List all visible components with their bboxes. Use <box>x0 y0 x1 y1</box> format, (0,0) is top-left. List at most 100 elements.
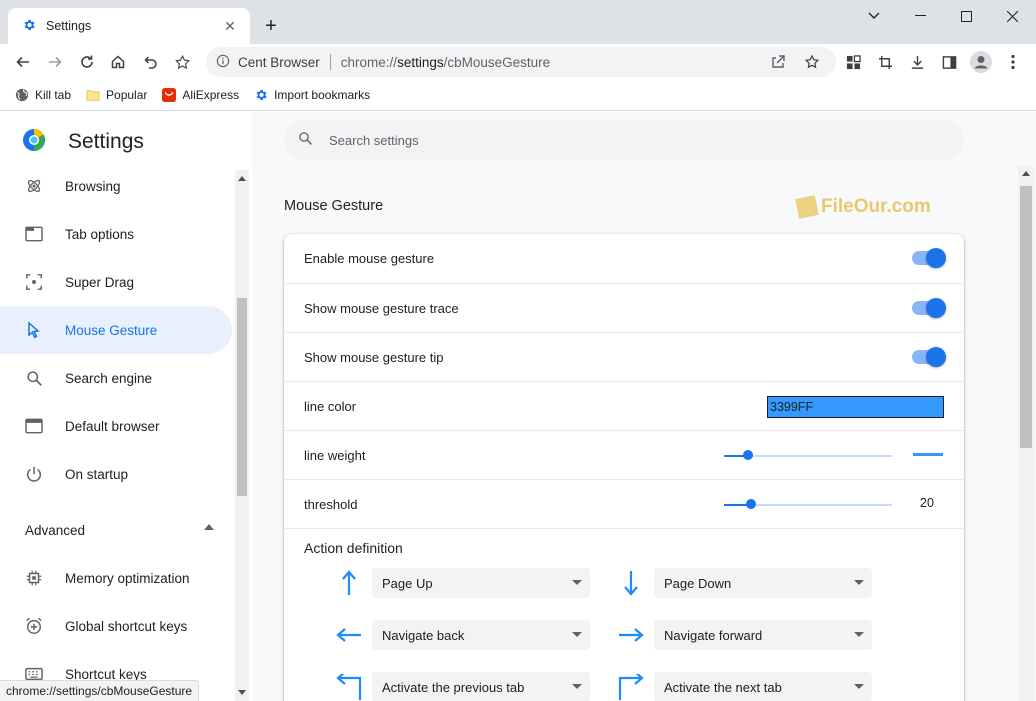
line-color-input[interactable]: 3399FF <box>767 396 944 418</box>
row-show-tip[interactable]: Show mouse gesture tip <box>284 332 964 381</box>
sidebar-item-browsing[interactable]: Browsing <box>0 162 232 210</box>
aliexpress-icon <box>161 87 177 103</box>
scroll-up-arrow-icon[interactable] <box>1022 171 1030 176</box>
enable-mouse-gesture-toggle[interactable] <box>912 248 946 268</box>
sidebar-item-super-drag[interactable]: Super Drag <box>0 258 232 306</box>
minimize-button[interactable] <box>897 0 943 32</box>
bookmark-import[interactable]: Import bookmarks <box>253 87 370 103</box>
sidebar-section-advanced[interactable]: Advanced <box>0 510 232 550</box>
action-definition-title: Action definition <box>304 540 403 556</box>
undo-close-tab-button[interactable] <box>136 48 164 76</box>
sidebar-item-tab-options[interactable]: Tab options <box>0 210 232 258</box>
omnibox-separator <box>329 54 331 70</box>
star-icon[interactable] <box>804 54 820 73</box>
main-scrollbar[interactable] <box>1018 166 1034 701</box>
settings-title: Settings <box>68 129 144 153</box>
sidebar-scrollbar[interactable] <box>235 170 249 701</box>
threshold-slider[interactable] <box>724 499 892 509</box>
main-scrollbar-thumb[interactable] <box>1020 186 1032 448</box>
cursor-icon <box>24 320 44 340</box>
watermark: FileOur.com <box>795 195 931 219</box>
info-icon[interactable] <box>216 54 230 71</box>
tab-strip: Settings ✕ + <box>0 0 1036 44</box>
tab-settings[interactable]: Settings ✕ <box>8 8 250 44</box>
share-icon[interactable] <box>770 54 786 73</box>
section-title: Mouse Gesture <box>284 198 384 214</box>
sidebar-item-search-engine[interactable]: Search engine <box>0 354 232 402</box>
crop-icon[interactable] <box>871 48 899 76</box>
reload-button[interactable] <box>73 48 101 76</box>
forward-button[interactable] <box>41 48 69 76</box>
arrow-left-icon <box>334 620 364 650</box>
action-up-left-select[interactable]: Activate the previous tab <box>372 672 590 701</box>
settings-search[interactable] <box>284 120 964 160</box>
action-right-select[interactable]: Navigate forward <box>654 620 872 650</box>
status-bar-url: chrome://settings/cbMouseGesture <box>0 680 200 701</box>
dropdown-arrow-icon <box>572 580 582 585</box>
arrow-down-icon <box>616 568 646 598</box>
bookmark-aliexpress[interactable]: AliExpress <box>161 87 239 103</box>
window-close-button[interactable] <box>989 0 1035 32</box>
target-icon <box>24 272 44 292</box>
sidebar-item-memory-optimization[interactable]: Memory optimization <box>0 554 232 602</box>
action-up: Page Up <box>334 568 590 598</box>
avatar-icon[interactable] <box>967 48 995 76</box>
sidebar-item-global-shortcut-keys[interactable]: Global shortcut keys <box>0 602 232 650</box>
mouse-gesture-card: Enable mouse gesture Show mouse gesture … <box>284 234 964 701</box>
home-button[interactable] <box>104 48 132 76</box>
show-tip-toggle[interactable] <box>912 347 946 367</box>
row-line-weight: line weight <box>284 430 964 479</box>
browser-icon <box>24 416 44 436</box>
sidebar-scrollbar-thumb[interactable] <box>237 298 247 496</box>
action-down-select[interactable]: Page Down <box>654 568 872 598</box>
line-weight-sample <box>913 453 943 456</box>
line-weight-slider[interactable] <box>724 450 892 460</box>
settings-sidebar: Settings Browsing Tab options Super Drag… <box>0 112 252 701</box>
arrow-up-right-icon <box>616 672 646 701</box>
watermark-box-icon <box>795 195 819 219</box>
bookmark-kill-tab[interactable]: Kill tab <box>14 87 71 103</box>
new-tab-button[interactable]: + <box>258 13 284 39</box>
scroll-down-arrow-icon[interactable] <box>238 690 246 695</box>
address-bar[interactable]: Cent Browser chrome://settings/cbMouseGe… <box>206 47 836 77</box>
cent-browser-logo-icon <box>22 128 46 155</box>
download-icon[interactable] <box>903 48 931 76</box>
action-up-select[interactable]: Page Up <box>372 568 590 598</box>
action-up-right-select[interactable]: Activate the next tab <box>654 672 872 701</box>
action-right: Navigate forward <box>616 620 872 650</box>
dropdown-arrow-icon <box>572 632 582 637</box>
sidebar-item-mouse-gesture[interactable]: Mouse Gesture <box>0 306 232 354</box>
atom-icon <box>24 176 44 196</box>
row-show-trace[interactable]: Show mouse gesture trace <box>284 283 964 332</box>
sidebar-item-default-browser[interactable]: Default browser <box>0 402 232 450</box>
bookmark-star-button[interactable] <box>168 48 196 76</box>
tab-close-icon[interactable]: ✕ <box>220 16 240 36</box>
scroll-up-arrow-icon[interactable] <box>238 176 246 181</box>
maximize-button[interactable] <box>943 0 989 32</box>
show-trace-toggle[interactable] <box>912 298 946 318</box>
url-text[interactable]: chrome://settings/cbMouseGesture <box>341 55 550 70</box>
tab-title: Settings <box>46 19 92 33</box>
action-left-select[interactable]: Navigate back <box>372 620 590 650</box>
row-enable-mouse-gesture[interactable]: Enable mouse gesture <box>284 234 964 283</box>
back-button[interactable] <box>9 48 37 76</box>
chip-icon <box>24 568 44 588</box>
tab-search-chevron-icon[interactable] <box>851 0 897 32</box>
sidebar-item-on-startup[interactable]: On startup <box>0 450 232 498</box>
globe-icon <box>14 87 30 103</box>
side-panel-icon[interactable] <box>935 48 963 76</box>
extensions-grid-icon[interactable] <box>839 48 867 76</box>
search-input[interactable] <box>329 132 889 148</box>
row-threshold: threshold 20 <box>284 479 964 528</box>
dropdown-arrow-icon <box>854 632 864 637</box>
menu-kebab-icon[interactable] <box>999 48 1027 76</box>
row-divider <box>284 528 964 529</box>
alarm-plus-icon <box>24 616 44 636</box>
slider-knob[interactable] <box>745 499 756 509</box>
search-icon <box>298 131 313 149</box>
action-up-left: Activate the previous tab <box>334 672 590 701</box>
bookmarks-bar: Kill tab Popular AliExpress Import bookm… <box>0 80 1036 111</box>
bookmark-popular[interactable]: Popular <box>85 87 147 103</box>
slider-knob[interactable] <box>742 450 753 460</box>
arrow-right-icon <box>616 620 646 650</box>
